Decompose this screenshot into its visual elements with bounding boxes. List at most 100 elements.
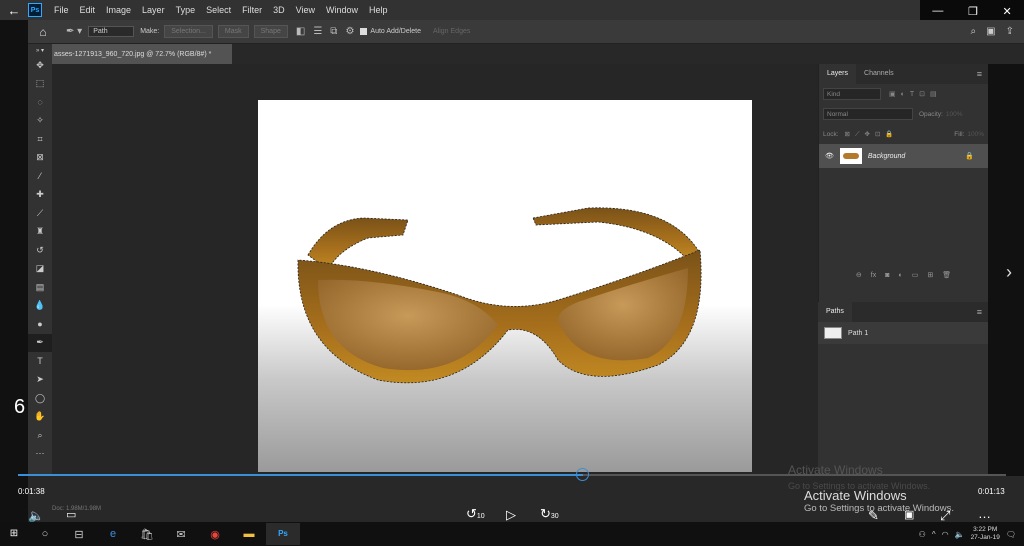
gear-icon[interactable]: ⚙ (345, 26, 354, 37)
hand-tool-icon[interactable]: ✋ (28, 408, 52, 427)
path-mode-select[interactable]: Path (88, 26, 135, 37)
shape-button[interactable]: Shape (253, 25, 288, 38)
eraser-tool-icon[interactable]: ◪ (28, 260, 52, 279)
wifi-icon[interactable]: ◠ (942, 530, 949, 539)
tab-channels[interactable]: Channels (856, 64, 902, 84)
menu-3d[interactable]: 3D (273, 5, 285, 15)
quick-select-tool-icon[interactable]: ✧ (28, 112, 52, 131)
brush-tool-icon[interactable]: ⟋ (28, 204, 52, 223)
lock-icons[interactable]: ⊠⟋✥⊡🔒 (845, 130, 899, 139)
menu-select[interactable]: Select (206, 5, 231, 15)
path-selection-tool-icon[interactable]: ➤ (28, 371, 52, 390)
tray-chevron-icon[interactable]: ^ (932, 530, 936, 539)
layer-row-background[interactable]: 👁 Background 🔒 (819, 144, 988, 168)
gradient-tool-icon[interactable]: ▤ (28, 278, 52, 297)
more-options-icon[interactable]: … (978, 506, 991, 521)
minimize-icon[interactable]: — (932, 5, 943, 17)
next-chevron-icon[interactable]: › (1006, 262, 1012, 283)
filter-icons[interactable]: ▣◐T⊡▤ (889, 90, 942, 98)
toolbar-collapse-icon[interactable]: » ▾ (28, 44, 52, 56)
zoom-tool-icon[interactable]: ⌕ (28, 426, 52, 445)
back-arrow-icon[interactable]: ← (0, 3, 28, 18)
menu-window[interactable]: Window (326, 5, 358, 15)
edge-icon[interactable]: e (96, 528, 130, 540)
blend-mode-select[interactable]: Normal (823, 108, 913, 120)
paths-menu-icon[interactable]: ≡ (977, 307, 982, 317)
path-row[interactable]: Path 1 (818, 322, 988, 344)
workspace-icon[interactable]: ▣ (986, 26, 995, 37)
play-icon[interactable]: ▷ (506, 507, 516, 523)
layer-name[interactable]: Background (868, 153, 905, 160)
eyedropper-tool-icon[interactable]: ⁄ (28, 167, 52, 186)
align-edges-label[interactable]: Align Edges (433, 28, 470, 35)
crop-tool-icon[interactable]: ⌗ (28, 130, 52, 149)
trash-icon[interactable]: 🗑 (942, 271, 951, 279)
adjustment-layer-icon[interactable]: ◐ (898, 272, 902, 279)
document-canvas[interactable] (258, 100, 752, 472)
people-icon[interactable]: ⚇ (919, 530, 926, 539)
frame-tool-icon[interactable]: ⊠ (28, 149, 52, 168)
menu-type[interactable]: Type (176, 5, 196, 15)
file-explorer-icon[interactable]: ▬ (232, 528, 266, 540)
more-tools-icon[interactable]: ⋯ (28, 445, 52, 464)
tab-layers[interactable]: Layers (819, 64, 857, 84)
path-alignment-icon[interactable]: ☰ (313, 26, 322, 37)
auto-add-delete-checkbox[interactable] (360, 28, 368, 35)
lasso-tool-icon[interactable]: ◌ (28, 93, 52, 112)
opacity-value[interactable]: 100% (946, 111, 963, 118)
path-operations-icon[interactable]: ◧ (296, 26, 305, 37)
captions-icon[interactable]: ▭ (66, 508, 76, 521)
healing-brush-tool-icon[interactable]: ✚ (28, 186, 52, 205)
chrome-icon[interactable]: ◉ (198, 528, 232, 541)
new-layer-icon[interactable]: ⊞ (927, 271, 933, 279)
mail-icon[interactable]: ✉ (164, 528, 198, 541)
store-icon[interactable]: 🛍 (130, 528, 164, 541)
video-progress-bar[interactable] (18, 468, 1006, 481)
tab-paths[interactable]: Paths (818, 302, 852, 322)
marquee-tool-icon[interactable]: ⬚ (28, 75, 52, 94)
task-view-icon[interactable]: ⊟ (62, 528, 96, 541)
home-icon[interactable]: ⌂ (28, 25, 58, 39)
link-layers-icon[interactable]: ⊖ (856, 271, 862, 279)
menu-layer[interactable]: Layer (142, 5, 165, 15)
group-icon[interactable]: ▭ (912, 271, 919, 279)
selection-button[interactable]: Selection... (164, 25, 213, 38)
share-icon[interactable]: ⇪ (1006, 26, 1014, 37)
menu-file[interactable]: File (54, 5, 69, 15)
speaker-icon[interactable]: 🔈 (955, 530, 965, 539)
mask-button[interactable]: Mask (217, 25, 249, 38)
pen-tool-icon[interactable]: ✒ ▾ (66, 26, 82, 37)
menu-edit[interactable]: Edit (80, 5, 96, 15)
ellipse-tool-icon[interactable]: ◯ (28, 389, 52, 408)
clock[interactable]: 3:22 PM 27-Jan-19 (971, 526, 1000, 542)
path-arrangement-icon[interactable]: ⧉ (330, 26, 337, 37)
add-mask-icon[interactable]: ◙ (885, 272, 889, 279)
menu-view[interactable]: View (296, 5, 315, 15)
dodge-tool-icon[interactable]: ● (28, 315, 52, 334)
search-icon[interactable]: ⌕ (971, 26, 977, 37)
path-name[interactable]: Path 1 (848, 330, 868, 337)
kind-filter-select[interactable]: Kind (823, 88, 881, 100)
history-brush-tool-icon[interactable]: ↺ (28, 241, 52, 260)
video-progress-knob[interactable] (576, 468, 590, 481)
fill-value[interactable]: 100% (967, 131, 984, 138)
cast-icon[interactable]: ▣ (904, 508, 914, 521)
pen-tool-icon[interactable]: ✒ (28, 333, 52, 352)
type-tool-icon[interactable]: T (28, 352, 52, 371)
close-icon[interactable]: ✕ (1002, 5, 1011, 18)
eye-icon[interactable]: 👁 (825, 152, 834, 160)
fx-icon[interactable]: fx (871, 272, 876, 279)
menu-filter[interactable]: Filter (242, 5, 262, 15)
document-tab[interactable]: asses-1271913_960_720.jpg @ 72.7% (RGB/8… (52, 44, 232, 64)
panel-menu-icon[interactable]: ≡ (977, 69, 982, 79)
notifications-icon[interactable]: 🗨 (1006, 530, 1016, 539)
photoshop-taskbar-icon[interactable]: Ps (266, 523, 300, 545)
menu-image[interactable]: Image (106, 5, 131, 15)
rewind-icon[interactable]: ↺10 (466, 506, 485, 522)
blur-tool-icon[interactable]: 💧 (28, 297, 52, 316)
forward-icon[interactable]: ↻30 (540, 506, 559, 522)
menu-help[interactable]: Help (369, 5, 388, 15)
restore-icon[interactable]: ❐ (968, 5, 978, 18)
clone-stamp-tool-icon[interactable]: ♜ (28, 223, 52, 242)
cortana-icon[interactable]: ○ (28, 528, 62, 540)
